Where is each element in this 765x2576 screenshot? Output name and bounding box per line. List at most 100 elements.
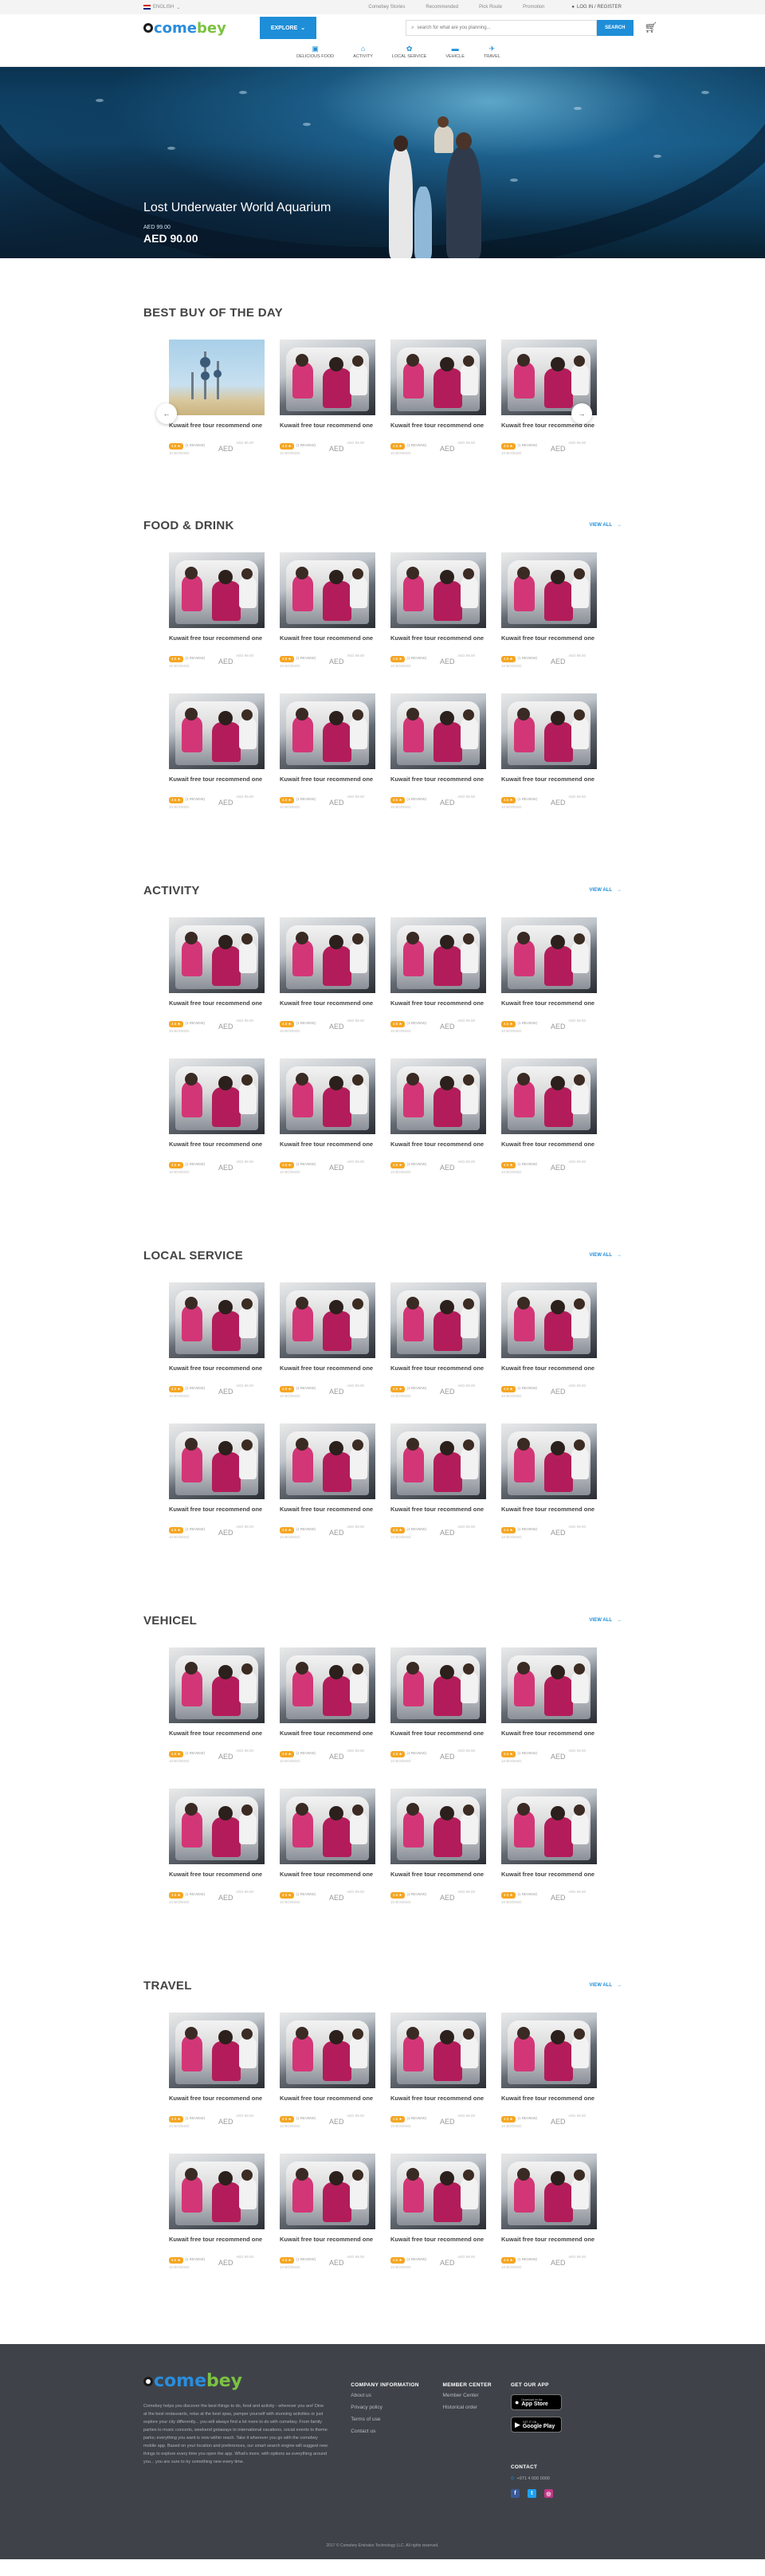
- product-image[interactable]: [280, 1282, 375, 1358]
- product-card[interactable]: Kuwait free tour recommend one 4.5 ★ (1 RE…: [280, 1423, 375, 1549]
- nav-item-vehicle[interactable]: ▬ VEHICLE: [445, 41, 465, 59]
- product-image[interactable]: [501, 917, 597, 993]
- product-card[interactable]: Kuwait free tour recommend one 4.5 ★ (1 RE…: [169, 1423, 265, 1549]
- carousel-prev-button[interactable]: ←: [156, 403, 177, 424]
- product-image[interactable]: [280, 340, 375, 415]
- nav-item-activity[interactable]: ⌂ ACTIVITY: [353, 41, 373, 59]
- product-card[interactable]: Kuwait free tour recommend one 4.5 ★ (1 RE…: [390, 693, 486, 819]
- product-image[interactable]: [390, 1789, 486, 1864]
- login-link[interactable]: ● LOG IN / REGISTER: [571, 5, 622, 10]
- product-image[interactable]: [280, 917, 375, 993]
- product-name[interactable]: Kuwait free tour recommend one: [390, 1505, 486, 1524]
- logo[interactable]: come bey: [143, 20, 226, 37]
- product-image[interactable]: [390, 2012, 486, 2088]
- product-card[interactable]: Kuwait free tour recommend one 4.5 ★ (1 RE…: [390, 2012, 486, 2138]
- product-name[interactable]: Kuwait free tour recommend one: [390, 634, 486, 653]
- product-name[interactable]: Kuwait free tour recommend one: [501, 2094, 597, 2113]
- product-image[interactable]: [280, 552, 375, 628]
- product-card[interactable]: Kuwait free tour recommend one 4.5 ★ (1 RE…: [169, 552, 265, 677]
- product-image[interactable]: [390, 917, 486, 993]
- product-image[interactable]: [169, 1282, 265, 1358]
- search-input[interactable]: ⌕ search for what are you planning...: [406, 20, 598, 36]
- top-link[interactable]: Pick Route: [479, 5, 502, 10]
- product-name[interactable]: Kuwait free tour recommend one: [280, 775, 375, 794]
- product-name[interactable]: Kuwait free tour recommend one: [390, 1729, 486, 1748]
- instagram-icon[interactable]: ◎: [543, 2489, 553, 2498]
- product-card[interactable]: Kuwait free tour recommend one 4.5 ★ (1 RE…: [501, 1647, 597, 1773]
- cart-icon[interactable]: 🛒︎: [645, 22, 658, 34]
- footer-logo[interactable]: come bey: [143, 2371, 351, 2391]
- product-image[interactable]: [280, 1423, 375, 1499]
- product-name[interactable]: Kuwait free tour recommend one: [390, 1364, 486, 1383]
- product-card[interactable]: Kuwait free tour recommend one 4.5 ★ (1 RE…: [501, 2154, 597, 2279]
- product-image[interactable]: [390, 1647, 486, 1723]
- app-store-button[interactable]: ● Download on the App Store: [510, 2394, 562, 2410]
- product-image[interactable]: [169, 1058, 265, 1134]
- explore-button[interactable]: EXPLORE ⌄: [259, 17, 317, 39]
- product-image[interactable]: [280, 2012, 375, 2088]
- nav-item-local-service[interactable]: ✿ LOCAL SERVICE: [392, 41, 426, 59]
- product-name[interactable]: Kuwait free tour recommend one: [169, 775, 265, 794]
- product-name[interactable]: Kuwait free tour recommend one: [390, 2094, 486, 2113]
- footer-link-privacy[interactable]: Privacy policy: [351, 2405, 442, 2410]
- search-button[interactable]: SEARCH: [597, 20, 634, 36]
- carousel-next-button[interactable]: →: [571, 403, 592, 424]
- nav-item-delicious-food[interactable]: ▣ DELICIOUS FOOD: [296, 41, 334, 59]
- product-name[interactable]: Kuwait free tour recommend one: [280, 999, 375, 1018]
- product-image[interactable]: [169, 1647, 265, 1723]
- product-name[interactable]: Kuwait free tour recommend one: [501, 1870, 597, 1889]
- product-card[interactable]: Kuwait free tour recommend one 4.5 ★ (1 RE…: [501, 1423, 597, 1549]
- product-name[interactable]: Kuwait free tour recommend one: [280, 634, 375, 653]
- product-name[interactable]: Kuwait free tour recommend one: [280, 1140, 375, 1159]
- product-card[interactable]: Kuwait free tour recommend one 4.5 ★ (1 RE…: [390, 2154, 486, 2279]
- product-image[interactable]: [390, 340, 486, 415]
- product-name[interactable]: Kuwait free tour recommend one: [501, 775, 597, 794]
- product-card[interactable]: Kuwait free tour recommend one 4.5 ★ (1 RE…: [501, 693, 597, 819]
- product-image[interactable]: [280, 2154, 375, 2229]
- product-name[interactable]: Kuwait free tour recommend one: [501, 2235, 597, 2254]
- footer-link-historical-order[interactable]: Historical order: [443, 2405, 511, 2410]
- contact-phone[interactable]: ✆ +971 4 000 0000: [511, 2476, 622, 2481]
- top-link[interactable]: Promotion: [523, 5, 544, 10]
- product-name[interactable]: Kuwait free tour recommend one: [169, 2235, 265, 2254]
- top-link[interactable]: Recommended: [426, 5, 458, 10]
- product-name[interactable]: Kuwait free tour recommend one: [169, 634, 265, 653]
- footer-link-terms[interactable]: Terms of use: [351, 2417, 442, 2422]
- product-name[interactable]: Kuwait free tour recommend one: [501, 1505, 597, 1524]
- product-name[interactable]: Kuwait free tour recommend one: [390, 2235, 486, 2254]
- product-name[interactable]: Kuwait free tour recommend one: [390, 999, 486, 1018]
- product-name[interactable]: Kuwait free tour recommend one: [390, 775, 486, 794]
- product-name[interactable]: Kuwait free tour recommend one: [501, 1364, 597, 1383]
- product-image[interactable]: [169, 340, 265, 415]
- product-name[interactable]: Kuwait free tour recommend one: [169, 1140, 265, 1159]
- product-image[interactable]: [169, 1423, 265, 1499]
- product-image[interactable]: [390, 1058, 486, 1134]
- product-image[interactable]: [390, 552, 486, 628]
- top-link[interactable]: Comebey Stories: [368, 5, 405, 10]
- product-card[interactable]: Kuwait free tour recommend one 4.5 ★ (1 RE…: [390, 340, 486, 465]
- hero-banner[interactable]: Lost Underwater World Aquarium AED 99.00…: [0, 67, 765, 258]
- product-card[interactable]: Kuwait free tour recommend one 4.5 ★ (1 RE…: [169, 917, 265, 1043]
- product-name[interactable]: Kuwait free tour recommend one: [280, 1364, 375, 1383]
- product-image[interactable]: [390, 1423, 486, 1499]
- product-name[interactable]: Kuwait free tour recommend one: [169, 1505, 265, 1524]
- product-image[interactable]: [501, 1647, 597, 1723]
- product-name[interactable]: Kuwait free tour recommend one: [280, 1870, 375, 1889]
- product-image[interactable]: [169, 2154, 265, 2229]
- product-card[interactable]: Kuwait free tour recommend one 4.5 ★ (1 RE…: [501, 917, 597, 1043]
- product-image[interactable]: [501, 1789, 597, 1864]
- product-name[interactable]: Kuwait free tour recommend one: [501, 1729, 597, 1748]
- product-image[interactable]: [169, 552, 265, 628]
- product-name[interactable]: Kuwait free tour recommend one: [169, 2094, 265, 2113]
- view-all-link[interactable]: VIEW ALL →: [590, 1253, 622, 1258]
- view-all-link[interactable]: VIEW ALL →: [590, 1618, 622, 1623]
- product-image[interactable]: [280, 1789, 375, 1864]
- product-image[interactable]: [390, 1282, 486, 1358]
- product-image[interactable]: [169, 917, 265, 993]
- product-image[interactable]: [169, 693, 265, 769]
- product-image[interactable]: [169, 1789, 265, 1864]
- product-card[interactable]: Kuwait free tour recommend one 4.5 ★ (1 RE…: [280, 1282, 375, 1408]
- product-card[interactable]: Kuwait free tour recommend one 4.5 ★ (1 RE…: [280, 1789, 375, 1914]
- product-image[interactable]: [501, 693, 597, 769]
- view-all-link[interactable]: VIEW ALL →: [590, 1983, 622, 1988]
